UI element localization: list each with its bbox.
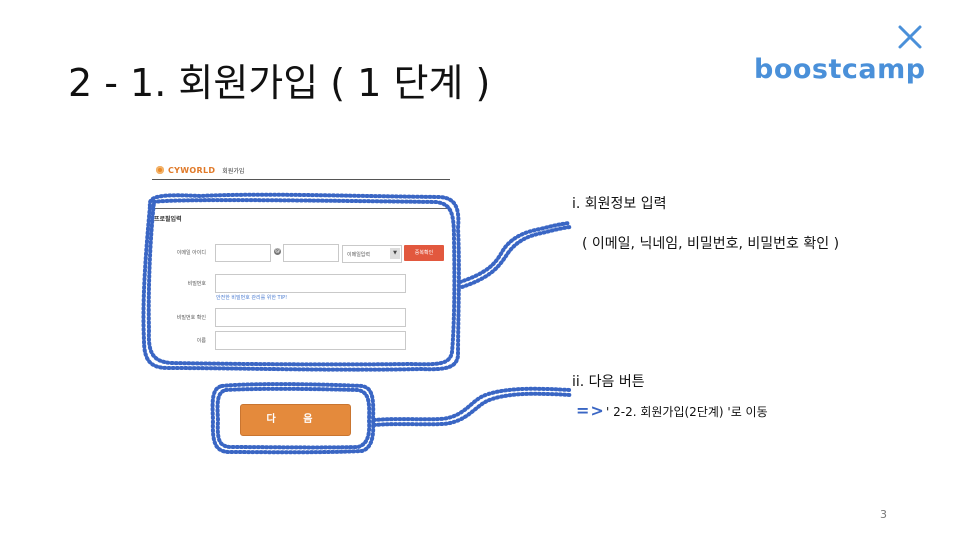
- form-highlight-outline-2: [146, 198, 457, 367]
- annotation-1-detail: ( 이메일, 닉네임, 비밀번호, 비밀번호 확인 ): [582, 236, 840, 252]
- page-number: 3: [880, 508, 887, 521]
- annotation-overlay: [141, 192, 574, 455]
- form-highlight-outline: [141, 192, 461, 372]
- next-highlight-outline-2: [215, 386, 372, 450]
- next-highlight-outline: [210, 382, 376, 455]
- annotation-2-title: ii. 다음 버튼: [572, 374, 645, 390]
- annotation-2-detail: ' 2-2. 회원가입(2단계) '로 이동: [606, 405, 768, 419]
- connector-line-1b: [460, 225, 572, 289]
- arrow-icon: =>: [576, 401, 605, 420]
- annotation-1-title: i. 회원정보 입력: [572, 196, 667, 212]
